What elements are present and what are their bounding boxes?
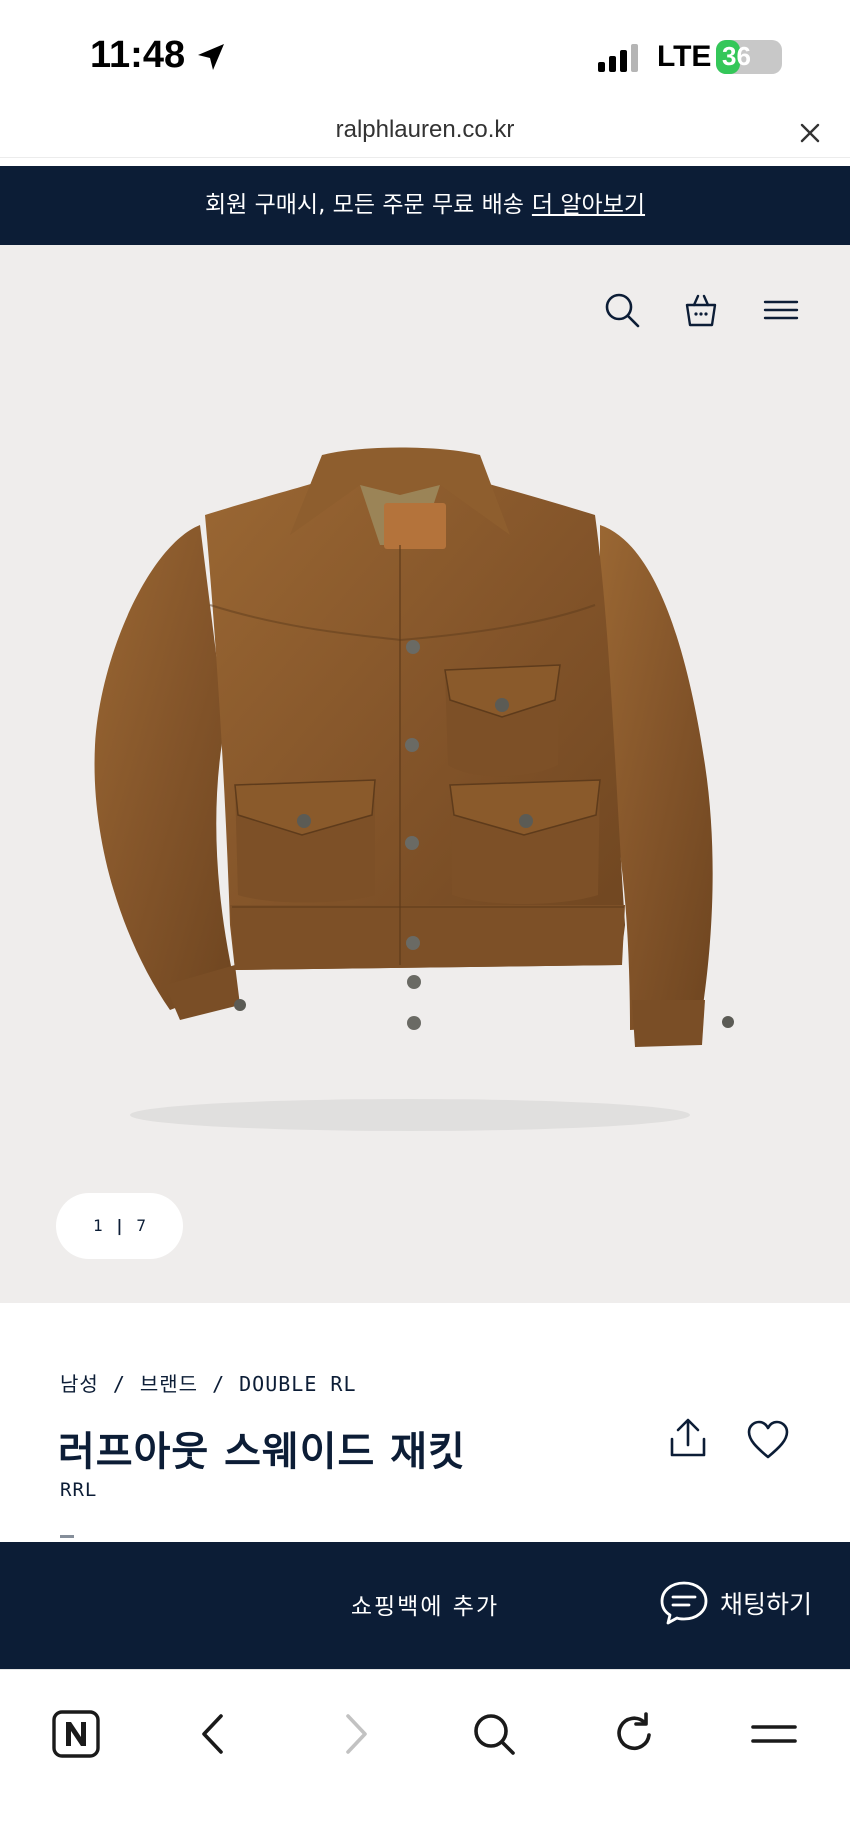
- menu-icon: [751, 1725, 797, 1743]
- next-section-peek: [60, 1535, 74, 1538]
- product-info: 남성 / 브랜드 / DOUBLE RL 러프아웃 스웨이드 재킷 RRL: [0, 1303, 850, 1543]
- chevron-left-icon: [202, 1714, 223, 1754]
- browser-menu-button[interactable]: [746, 1706, 802, 1762]
- promo-learn-more-link[interactable]: 더 알아보기: [532, 192, 645, 218]
- breadcrumb-separator: /: [112, 1372, 126, 1396]
- browser-search-button[interactable]: [466, 1706, 522, 1762]
- browser-toolbar: [0, 1669, 850, 1842]
- back-button[interactable]: [186, 1706, 242, 1762]
- product-image-suede-jacket[interactable]: [40, 425, 760, 1145]
- breadcrumb-separator: /: [212, 1372, 226, 1396]
- naver-n-icon: [52, 1710, 100, 1758]
- status-time: 11:48: [90, 34, 186, 76]
- battery-cap: [778, 50, 782, 64]
- forward-button[interactable]: [327, 1706, 383, 1762]
- chat-button[interactable]: 채팅하기: [658, 1575, 812, 1631]
- url-bar[interactable]: ralphlauren.co.kr: [0, 110, 850, 158]
- breadcrumb-item-double-rl[interactable]: DOUBLE RL: [239, 1372, 356, 1396]
- search-icon[interactable]: [602, 290, 642, 330]
- image-counter-divider: |: [114, 1216, 125, 1235]
- chat-bubble-icon: [660, 1581, 708, 1625]
- image-counter: 1 | 7: [56, 1193, 183, 1259]
- chevron-right-icon: [346, 1714, 367, 1754]
- product-title: 러프아웃 스웨이드 재킷: [58, 1428, 466, 1475]
- promo-text: 회원 구매시, 모든 주문 무료 배송: [204, 192, 524, 218]
- add-to-bag-bar[interactable]: 쇼핑백에 추가 채팅하기: [0, 1542, 850, 1669]
- search-icon: [474, 1714, 515, 1755]
- close-icon[interactable]: [797, 120, 823, 146]
- url-text[interactable]: ralphlauren.co.kr: [0, 116, 850, 144]
- refresh-icon: [617, 1712, 651, 1751]
- battery-icon: 36: [716, 40, 782, 74]
- breadcrumb: 남성 / 브랜드 / DOUBLE RL: [60, 1368, 356, 1397]
- location-arrow-icon: [198, 44, 224, 70]
- status-bar: 11:48 LTE 36: [0, 0, 850, 110]
- heart-icon[interactable]: [746, 1419, 790, 1461]
- image-counter-total: 7: [136, 1216, 146, 1235]
- menu-icon[interactable]: [761, 290, 801, 330]
- network-type: LTE: [657, 40, 712, 73]
- refresh-button[interactable]: [606, 1706, 662, 1762]
- chat-label[interactable]: 채팅하기: [720, 1585, 812, 1621]
- share-icon[interactable]: [666, 1417, 710, 1461]
- battery-percent: 36: [722, 41, 751, 71]
- cellular-signal-icon: [598, 44, 638, 72]
- promo-banner: 회원 구매시, 모든 주문 무료 배송 더 알아보기: [0, 166, 850, 245]
- image-counter-current: 1: [93, 1216, 103, 1235]
- shopping-bag-icon[interactable]: [681, 290, 721, 330]
- product-brand: RRL: [60, 1479, 98, 1501]
- breadcrumb-item-brand[interactable]: 브랜드: [140, 1372, 198, 1396]
- product-image-gallery[interactable]: 1 | 7: [0, 245, 850, 1303]
- breadcrumb-item-men[interactable]: 남성: [60, 1372, 99, 1396]
- naver-home-button[interactable]: [48, 1706, 104, 1762]
